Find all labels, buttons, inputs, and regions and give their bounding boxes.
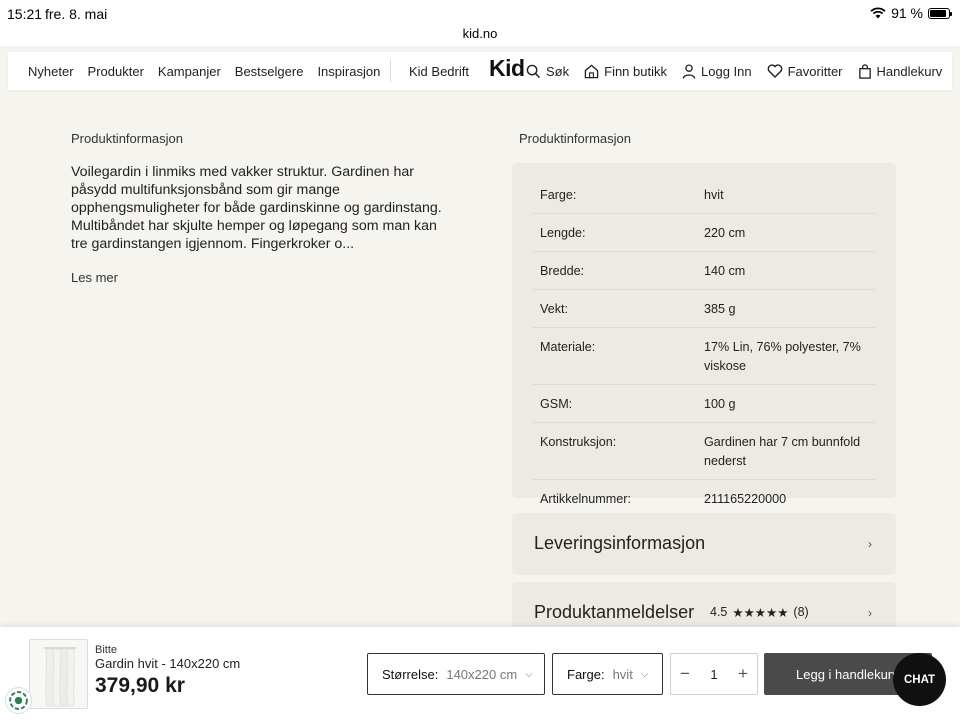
- chat-button[interactable]: CHAT: [893, 653, 946, 706]
- battery-icon: [928, 7, 952, 19]
- search-button[interactable]: Søk: [526, 64, 569, 79]
- description-text: Voilegardin i linmiks med vakker struktu…: [71, 164, 442, 252]
- spec-label: Farge:: [540, 188, 577, 202]
- nav-link-kampanjer[interactable]: Kampanjer: [158, 64, 221, 79]
- specs-heading: Produktinformasjon: [519, 131, 631, 146]
- user-icon: [682, 63, 696, 79]
- specs-table: Farge: hvit Lengde: 220 cm Bredde: 140 c…: [512, 163, 896, 518]
- spec-label: GSM:: [540, 397, 573, 411]
- nav-actions: Søk Finn butikk Logg Inn Favoritter Hand…: [526, 52, 942, 90]
- delivery-title: Leveringsinformasjon: [534, 533, 706, 553]
- spec-label: Vekt:: [540, 302, 569, 316]
- description-heading: Produktinformasjon: [71, 131, 183, 146]
- star-rating-icon: ★★★★★: [732, 606, 789, 620]
- review-rating: 4.5 ★★★★★ (8): [710, 605, 809, 620]
- quantity-increase-button[interactable]: +: [738, 664, 748, 684]
- spec-row: Bredde: 140 cm: [532, 252, 876, 290]
- spec-value: 140 cm: [704, 264, 746, 278]
- chevron-right-icon: ›: [868, 537, 872, 551]
- wifi-icon: [870, 7, 886, 19]
- cart-button[interactable]: Handlekurv: [858, 63, 943, 79]
- spec-row: GSM: 100 g: [532, 385, 876, 423]
- color-select-label: Farge:: [567, 666, 605, 682]
- product-name: Gardin hvit - 140x220 cm: [95, 656, 241, 671]
- spec-row: Farge: hvit: [532, 176, 876, 214]
- search-label: Søk: [546, 63, 570, 79]
- spec-label: Artikkelnummer:: [540, 492, 631, 506]
- battery-percent: 91 %: [891, 5, 923, 21]
- store-icon: [584, 64, 599, 78]
- product-brand: Bitte: [95, 644, 118, 656]
- search-icon: [526, 64, 541, 78]
- spec-value: hvit: [704, 188, 724, 202]
- nav-links: Nyheter Produkter Kampanjer Bestselgere …: [28, 52, 380, 90]
- review-count: (8): [793, 605, 809, 619]
- login-label: Logg Inn: [701, 63, 752, 79]
- address-bar[interactable]: kid.no: [0, 26, 960, 41]
- size-select[interactable]: Størrelse: 140x220 cm ⌵: [367, 653, 545, 695]
- product-price: 379,90 kr: [95, 674, 185, 697]
- spec-value: 211165220000: [704, 492, 787, 506]
- quantity-value[interactable]: 1: [710, 667, 717, 682]
- spec-row: Materiale: 17% Lin, 76% polyester, 7% vi…: [532, 328, 876, 385]
- spec-value: 17% Lin, 76% polyester, 7% viskose: [704, 340, 861, 373]
- kid-logo[interactable]: Kid: [489, 55, 525, 82]
- nav-link-produkter[interactable]: Produkter: [88, 64, 144, 79]
- color-select-value: hvit: [612, 666, 633, 682]
- chevron-right-icon: ›: [868, 606, 872, 620]
- favorites-button[interactable]: Favoritter: [767, 64, 843, 79]
- find-store-button[interactable]: Finn butikk: [584, 64, 667, 79]
- find-store-label: Finn butikk: [604, 63, 667, 79]
- favorites-label: Favoritter: [787, 63, 843, 79]
- chevron-down-icon: ⌵: [640, 668, 649, 680]
- heart-icon: [767, 64, 782, 78]
- nav-link-inspirasjon[interactable]: Inspirasjon: [317, 64, 380, 79]
- cart-label: Handlekurv: [876, 63, 943, 79]
- spec-label: Konstruksjon:: [540, 435, 617, 449]
- quantity-decrease-button[interactable]: −: [680, 664, 690, 684]
- spec-label: Lengde:: [540, 226, 586, 240]
- chevron-down-icon: ⌵: [525, 668, 533, 680]
- spec-row: Vekt: 385 g: [532, 290, 876, 328]
- reviews-title: Produktanmeldelser: [534, 602, 695, 622]
- status-right: 91 %: [870, 5, 952, 21]
- status-bar: 15:21 fre. 8. mai kid.no 91 %: [0, 0, 960, 46]
- spec-value: 100 g: [704, 397, 736, 411]
- spec-value: 220 cm: [704, 226, 746, 240]
- spec-label: Bredde:: [540, 264, 585, 278]
- product-thumbnail: [29, 639, 88, 709]
- size-select-label: Størrelse:: [382, 666, 439, 682]
- nav-link-kid-bedrift[interactable]: Kid Bedrift: [409, 52, 469, 90]
- main-navbar: Nyheter Produkter Kampanjer Bestselgere …: [8, 52, 952, 90]
- login-button[interactable]: Logg Inn: [682, 64, 752, 79]
- nav-link-nyheter[interactable]: Nyheter: [28, 64, 74, 79]
- eco-badge-icon[interactable]: [5, 687, 32, 714]
- status-time: 15:21: [7, 6, 43, 22]
- rating-score: 4.5: [710, 605, 728, 619]
- delivery-accordion[interactable]: Leveringsinformasjon ›: [512, 513, 896, 575]
- read-more-link[interactable]: Les mer: [71, 270, 118, 285]
- quantity-stepper: − 1 +: [670, 653, 758, 695]
- size-select-value: 140x220 cm: [446, 666, 518, 682]
- nav-link-bestselgere[interactable]: Bestselgere: [235, 64, 304, 79]
- spec-row: Lengde: 220 cm: [532, 214, 876, 252]
- shopping-bag-icon: [858, 63, 871, 79]
- sticky-purchase-bar: Bitte Gardin hvit - 140x220 cm 379,90 kr…: [0, 627, 960, 720]
- spec-row: Konstruksjon: Gardinen har 7 cm bunnfold…: [532, 423, 876, 480]
- spec-value: 385 g: [704, 302, 736, 316]
- spec-value: Gardinen har 7 cm bunnfold nederst: [704, 435, 861, 468]
- nav-divider: [390, 60, 391, 82]
- color-select[interactable]: Farge: hvit ⌵: [552, 653, 663, 695]
- spec-label: Materiale:: [540, 340, 596, 354]
- status-date: fre. 8. mai: [45, 6, 108, 22]
